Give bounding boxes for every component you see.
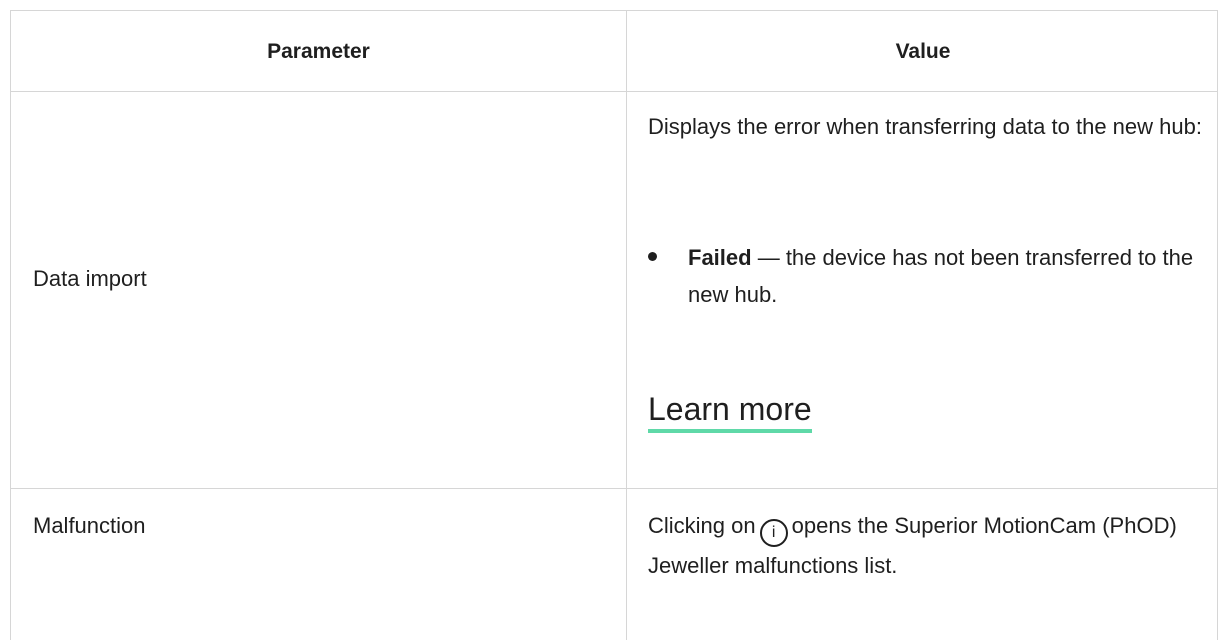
table-top-border	[11, 10, 1217, 11]
header-parameter: Parameter	[267, 40, 370, 63]
row-data-import-intro: Displays the error when transferring dat…	[648, 114, 1202, 139]
row-malfunction-parameter: Malfunction	[33, 513, 146, 538]
learn-more-link[interactable]: Learn more	[648, 390, 812, 433]
bullet-dot	[648, 252, 657, 261]
column-divider	[626, 10, 627, 640]
row-malfunction-value: Clicking on i opens the Superior MotionCam…	[648, 507, 1208, 584]
row-data-import-parameter: Data import	[33, 266, 147, 291]
malfunction-text-before: Clicking on	[648, 513, 756, 538]
bullet-term: Failed	[688, 245, 752, 270]
bullet-text: Failed — the device has not been transfe…	[688, 239, 1208, 313]
parameters-table: Parameter Value Data import Displays the…	[10, 10, 1218, 640]
header-divider	[11, 91, 1217, 92]
info-icon: i	[759, 519, 788, 547]
header-value: Value	[895, 40, 951, 63]
row-divider	[11, 488, 1217, 489]
bullet-separator: —	[751, 245, 786, 270]
